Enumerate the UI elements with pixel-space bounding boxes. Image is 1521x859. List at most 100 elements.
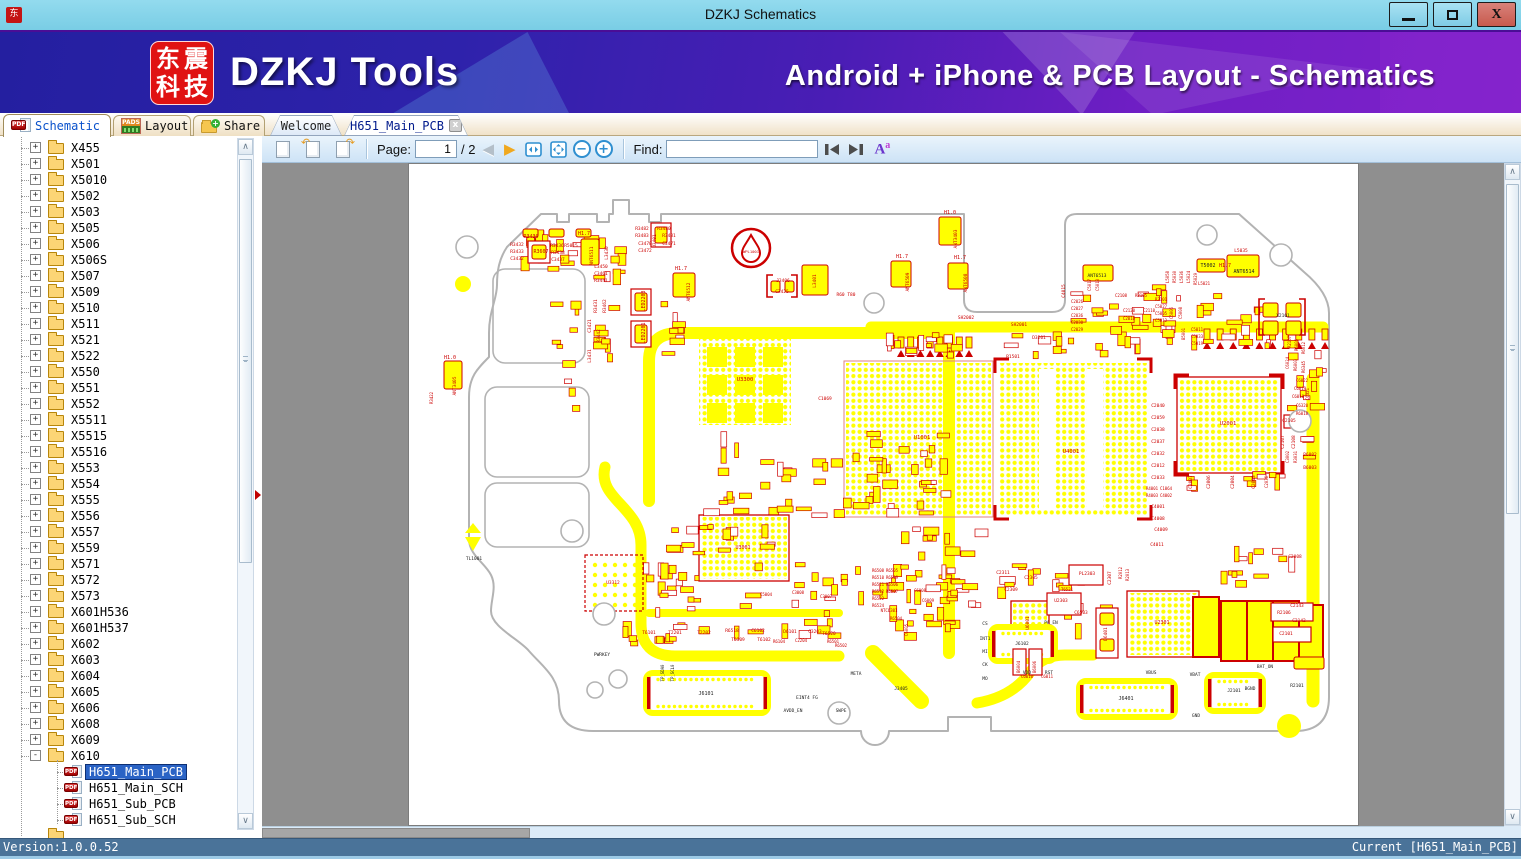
- tree-folder-row[interactable]: + X571: [0, 556, 262, 572]
- tree-folder-row[interactable]: + X5010: [0, 172, 262, 188]
- tree-folder-row[interactable]: + X501: [0, 156, 262, 172]
- tree-expand-toggle[interactable]: +: [30, 430, 41, 441]
- tree-scrollbar[interactable]: ∧ ∨: [237, 138, 254, 830]
- tree-folder-row[interactable]: + X503: [0, 204, 262, 220]
- rotate-left-button[interactable]: ↶: [300, 136, 326, 161]
- tab-schematic[interactable]: PDF Schematic: [3, 114, 111, 137]
- fit-width-button[interactable]: [523, 141, 544, 158]
- tree-scroll-thumb[interactable]: [239, 159, 252, 563]
- next-page-button[interactable]: ▶: [501, 141, 519, 157]
- tree-folder-row[interactable]: + X608: [0, 716, 262, 732]
- tree-expand-toggle[interactable]: +: [30, 478, 41, 489]
- tree-folder-row[interactable]: + X506S: [0, 252, 262, 268]
- tree-expand-toggle[interactable]: +: [30, 350, 41, 361]
- tree-expand-toggle[interactable]: +: [30, 142, 41, 153]
- tree-expand-toggle[interactable]: +: [30, 174, 41, 185]
- tree-expand-toggle[interactable]: +: [30, 366, 41, 377]
- tab-layout[interactable]: PADS Layout: [113, 115, 191, 136]
- tree-folder-row[interactable]: + X557: [0, 524, 262, 540]
- tree-expand-toggle[interactable]: +: [30, 270, 41, 281]
- fit-page-button[interactable]: [548, 140, 569, 158]
- tree-expand-toggle[interactable]: +: [30, 462, 41, 473]
- tree-folder-row[interactable]: + X604: [0, 668, 262, 684]
- tree-expand-toggle[interactable]: +: [30, 638, 41, 649]
- tree-expand-toggle[interactable]: +: [30, 334, 41, 345]
- tree-file-row[interactable]: PDF H651_Sub_PCB: [0, 796, 262, 812]
- tree-expand-toggle[interactable]: +: [30, 286, 41, 297]
- tree-folder-row[interactable]: + X556: [0, 508, 262, 524]
- tab-share[interactable]: + Share: [193, 115, 265, 136]
- page-input[interactable]: [414, 140, 457, 158]
- tree-folder-row[interactable]: + X609: [0, 732, 262, 748]
- tree-folder-row[interactable]: + X601H536: [0, 604, 262, 620]
- viewer-h-scrollbar[interactable]: [262, 826, 1504, 838]
- tree-folder-row[interactable]: + X603: [0, 652, 262, 668]
- viewer-h-scroll-thumb[interactable]: [262, 828, 530, 838]
- tree-folder-row-partial[interactable]: [0, 828, 262, 838]
- tree-expand-toggle[interactable]: -: [30, 750, 41, 761]
- tree-expand-toggle[interactable]: +: [30, 526, 41, 537]
- tree-folder-row[interactable]: + X552: [0, 396, 262, 412]
- viewer-scroll-down-icon[interactable]: ∨: [1505, 809, 1520, 825]
- close-button[interactable]: X: [1477, 2, 1516, 27]
- tree-expand-toggle[interactable]: +: [30, 510, 41, 521]
- tree-folder-row[interactable]: + X602: [0, 636, 262, 652]
- tree-folder-row[interactable]: + X550: [0, 364, 262, 380]
- tree-file-row[interactable]: PDF H651_Sub_SCH: [0, 812, 262, 828]
- tree-expand-toggle[interactable]: +: [30, 542, 41, 553]
- tree-folder-row[interactable]: + X505: [0, 220, 262, 236]
- doc-tab-welcome[interactable]: Welcome: [270, 115, 342, 136]
- tree-expand-toggle[interactable]: +: [30, 702, 41, 713]
- find-input[interactable]: [666, 140, 819, 158]
- tree-scroll-up-icon[interactable]: ∧: [238, 139, 253, 155]
- single-page-button[interactable]: [270, 137, 296, 161]
- tree-file-row[interactable]: PDF H651_Main_PCB: [0, 764, 262, 780]
- tree-folder-row[interactable]: + X521: [0, 332, 262, 348]
- prev-page-button[interactable]: ◀: [479, 141, 497, 157]
- tree-expand-toggle[interactable]: +: [30, 238, 41, 249]
- tree-folder-row[interactable]: + X509: [0, 284, 262, 300]
- tree-scroll-down-icon[interactable]: ∨: [238, 813, 253, 829]
- tree-expand-toggle[interactable]: +: [30, 158, 41, 169]
- tree-folder-row[interactable]: + X559: [0, 540, 262, 556]
- tree-expand-toggle[interactable]: +: [30, 190, 41, 201]
- tree-folder-row[interactable]: + X506: [0, 236, 262, 252]
- tree-folder-row[interactable]: + X455: [0, 140, 262, 156]
- tree-folder-row[interactable]: + X553: [0, 460, 262, 476]
- tree-expand-toggle[interactable]: +: [30, 398, 41, 409]
- tree-folder-row[interactable]: + X5516: [0, 444, 262, 460]
- tree-folder-row[interactable]: + X554: [0, 476, 262, 492]
- tree-folder-row[interactable]: + X573: [0, 588, 262, 604]
- tree-expand-toggle[interactable]: +: [30, 590, 41, 601]
- rotate-right-button[interactable]: ↷: [330, 136, 356, 161]
- tree-folder-row[interactable]: + X522: [0, 348, 262, 364]
- tree-expand-toggle[interactable]: +: [30, 318, 41, 329]
- tree-expand-toggle[interactable]: +: [30, 206, 41, 217]
- tree-folder-row[interactable]: + X551: [0, 380, 262, 396]
- tree-expand-toggle[interactable]: +: [30, 574, 41, 585]
- tree-folder-row[interactable]: + X5511: [0, 412, 262, 428]
- tree-folder-row[interactable]: + X572: [0, 572, 262, 588]
- tree-folder-row[interactable]: + X605: [0, 684, 262, 700]
- tree-folder-row[interactable]: + X502: [0, 188, 262, 204]
- tree-folder-row[interactable]: - X610: [0, 748, 262, 764]
- tree-expand-toggle[interactable]: +: [30, 622, 41, 633]
- doc-tab-h651-main-pcb[interactable]: H651_Main_PCB x: [344, 115, 468, 136]
- tree-expand-toggle[interactable]: +: [30, 654, 41, 665]
- tree-expand-toggle[interactable]: +: [30, 558, 41, 569]
- tree-expand-toggle[interactable]: +: [30, 606, 41, 617]
- tree-file-row[interactable]: PDF H651_Main_SCH: [0, 780, 262, 796]
- tree-folder-row[interactable]: + X510: [0, 300, 262, 316]
- font-case-icon[interactable]: Aa: [874, 140, 890, 158]
- tree-folder-row[interactable]: + X555: [0, 492, 262, 508]
- tree-folder-row[interactable]: + X606: [0, 700, 262, 716]
- viewer-scroll-up-icon[interactable]: ∧: [1505, 164, 1520, 180]
- tree-expand-toggle[interactable]: +: [30, 734, 41, 745]
- zoom-in-button[interactable]: +: [594, 140, 613, 158]
- tree-folder-row[interactable]: + X511: [0, 316, 262, 332]
- tree-folder-row[interactable]: + X601H537: [0, 620, 262, 636]
- minimize-button[interactable]: [1389, 2, 1428, 27]
- tree-expand-toggle[interactable]: +: [30, 446, 41, 457]
- tree-expand-toggle[interactable]: +: [30, 718, 41, 729]
- tree-expand-toggle[interactable]: +: [30, 254, 41, 265]
